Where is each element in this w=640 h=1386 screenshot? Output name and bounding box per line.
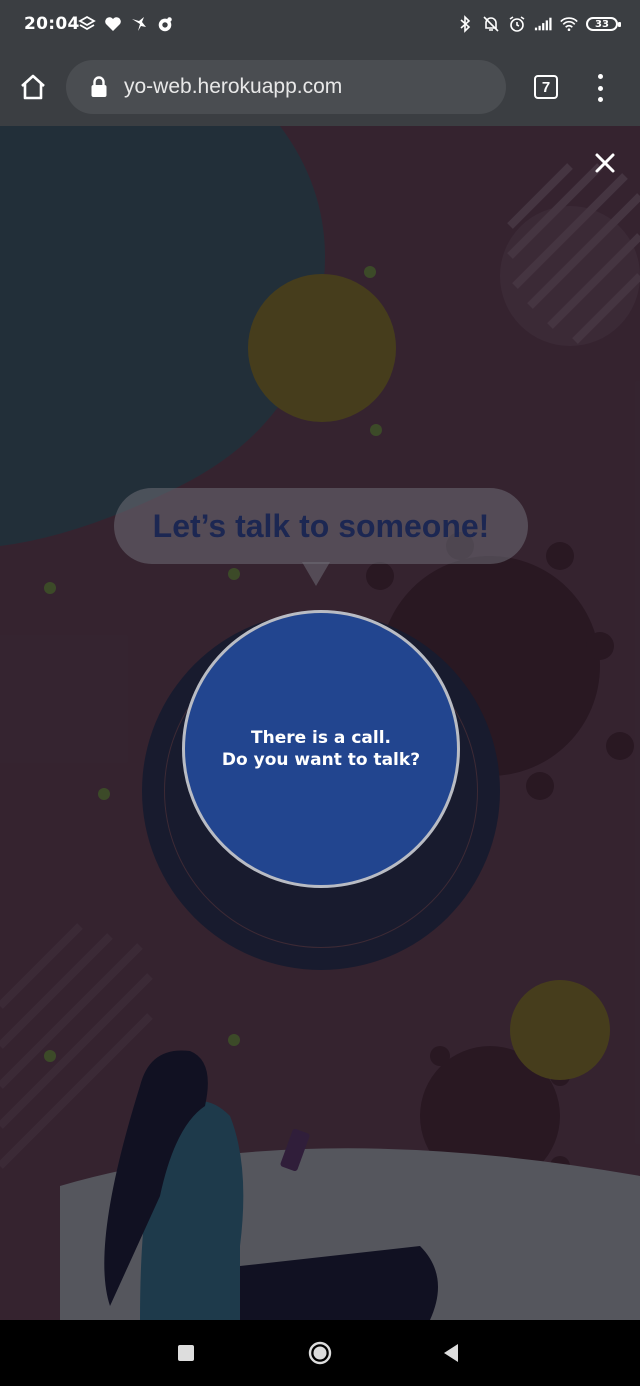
system-nav-bar: [0, 1320, 640, 1386]
muted-bell-icon: [482, 13, 500, 35]
bluetooth-icon: [456, 13, 474, 35]
home-button[interactable]: [16, 70, 50, 104]
call-prompt-line-2: Do you want to talk?: [221, 750, 421, 770]
menu-dot: [597, 85, 603, 91]
layers-icon: [78, 13, 96, 35]
alarm-icon: [508, 13, 526, 35]
notification-icons: [78, 13, 174, 35]
speech-bubble-tail: [302, 562, 330, 586]
status-time: 20:04: [24, 14, 80, 34]
browser-toolbar: yo-web.herokuapp.com 7: [0, 50, 640, 126]
browser-menu-button[interactable]: [588, 74, 612, 102]
back-nav-icon[interactable]: [442, 1342, 460, 1364]
url-text: yo-web.herokuapp.com: [124, 75, 343, 98]
url-bar[interactable]: yo-web.herokuapp.com: [66, 60, 506, 114]
wifi-icon: [560, 13, 578, 35]
close-icon[interactable]: [592, 150, 618, 176]
call-prompt-line-1: There is a call.: [251, 728, 391, 748]
tab-switcher-button[interactable]: 7: [534, 75, 558, 99]
recents-button[interactable]: [178, 1345, 194, 1361]
cloud-app-icon: [156, 13, 174, 35]
status-bar: 20:04 33: [0, 0, 640, 50]
home-icon: [21, 74, 45, 100]
menu-dot: [597, 74, 603, 79]
page-headline: Let’s talk to someone!: [152, 507, 490, 544]
battery-indicator: 33: [586, 17, 621, 31]
heart-icon: [104, 13, 122, 35]
speech-bubble: Let’s talk to someone!: [114, 488, 528, 564]
signal-icon: [534, 13, 552, 35]
bird-icon: [130, 13, 148, 35]
menu-dot: [597, 97, 603, 102]
lock-icon: [91, 76, 107, 97]
system-icons: 33: [456, 13, 621, 35]
home-nav-icon[interactable]: [308, 1341, 332, 1365]
answer-call-button[interactable]: There is a call. Do you want to talk?: [182, 610, 460, 888]
page-content: Let’s talk to someone! There is a call. …: [0, 126, 640, 1320]
